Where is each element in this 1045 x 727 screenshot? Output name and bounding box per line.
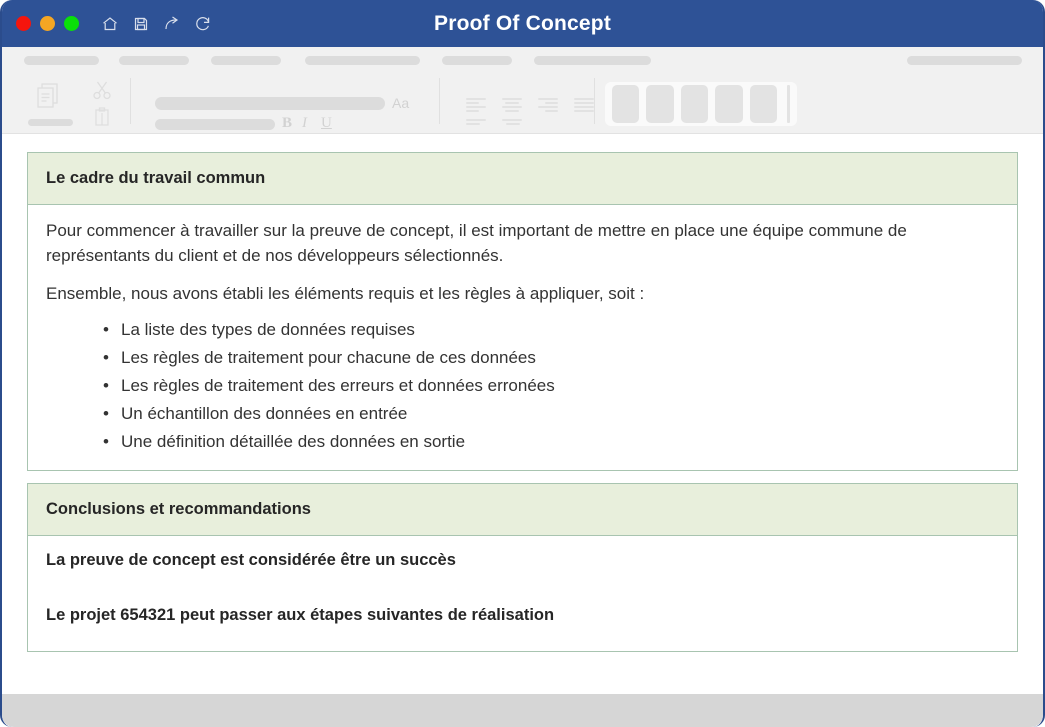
bullet-icon: • <box>103 319 109 339</box>
close-window-button[interactable] <box>16 16 31 31</box>
bullet-icon: • <box>103 431 109 451</box>
bullet-icon: • <box>103 347 109 367</box>
status-bar <box>2 694 1043 727</box>
font-style-placeholder[interactable] <box>155 119 275 130</box>
ribbon-tab-placeholder[interactable] <box>907 56 1022 65</box>
list-item: • Les règles de traitement des erreurs e… <box>46 377 999 405</box>
bullet-icon: • <box>103 375 109 395</box>
ribbon-tab-strip <box>2 47 1043 70</box>
list-item-label: Une définition détaillée des données en … <box>121 431 466 451</box>
ribbon-tab-placeholder[interactable] <box>442 56 512 65</box>
list-item: • Un échantillon des données en entrée <box>46 405 999 433</box>
paragraph-group <box>457 70 594 134</box>
style-gallery-item[interactable] <box>749 85 778 123</box>
section-header-cell: Conclusions et recommandations <box>27 483 1018 536</box>
clipboard-group <box>2 70 127 134</box>
conclusion-line: Le projet 654321 peut passer aux étapes … <box>46 606 555 625</box>
save-icon[interactable] <box>132 15 150 33</box>
maximize-window-button[interactable] <box>64 16 79 31</box>
list-item-label: Les règles de traitement pour chacune de… <box>121 347 536 367</box>
title-bar: Proof Of Concept <box>2 0 1043 47</box>
quick-access-toolbar <box>101 15 212 33</box>
align-left-icon[interactable] <box>466 98 486 114</box>
document-canvas[interactable]: Le cadre du travail commun Pour commence… <box>2 134 1043 694</box>
table-row: La preuve de concept est considérée être… <box>28 535 1018 651</box>
style-gallery-item[interactable] <box>680 85 709 123</box>
ribbon-tab-placeholder[interactable] <box>119 56 189 65</box>
bold-button[interactable]: B <box>282 115 292 132</box>
list-item-label: La liste des types de données requises <box>121 319 415 339</box>
list-item-label: Les règles de traitement des erreurs et … <box>121 375 555 395</box>
table-row: Pour commencer à travailler sur la preuv… <box>28 205 1018 471</box>
window-controls <box>16 16 79 31</box>
section-body-cell: Pour commencer à travailler sur la preuv… <box>28 205 1018 471</box>
list-item: • Une définition détaillée des données e… <box>46 433 999 452</box>
copy-icon[interactable] <box>35 82 63 112</box>
paste-icon[interactable] <box>92 106 112 128</box>
clipboard-label-placeholder <box>28 119 73 126</box>
table-row: Le cadre du travail commun <box>27 152 1018 205</box>
group-divider <box>594 78 595 124</box>
table-spacer <box>27 471 1018 483</box>
section-title: Le cadre du travail commun <box>46 169 266 187</box>
numbered-list-icon[interactable] <box>502 119 522 127</box>
italic-button[interactable]: I <box>302 115 307 132</box>
application-window: Proof Of Concept Aa B I U Le cadre du tr… <box>0 0 1045 727</box>
cut-icon[interactable] <box>92 80 112 100</box>
home-icon[interactable] <box>101 15 119 33</box>
bullet-icon: • <box>103 403 109 423</box>
section-body-cell: La preuve de concept est considérée être… <box>28 535 1018 651</box>
bullet-list-icon[interactable] <box>466 119 486 127</box>
section-header-cell: Le cadre du travail commun <box>27 152 1018 205</box>
font-size-label[interactable]: Aa <box>392 95 409 111</box>
section-title: Conclusions et recommandations <box>46 499 311 518</box>
align-right-icon[interactable] <box>538 98 558 114</box>
ribbon-tab-placeholder[interactable] <box>305 56 420 65</box>
style-gallery-item[interactable] <box>715 85 743 123</box>
list-item-label: Un échantillon des données en entrée <box>121 403 408 423</box>
section-table-conclusions: Conclusions et recommandations La preuve… <box>27 482 1018 652</box>
font-group: Aa B I U <box>137 70 427 134</box>
requirements-list: • La liste des types de données requises… <box>46 321 999 452</box>
ribbon-groups: Aa B I U <box>2 70 1043 134</box>
paragraph: Pour commencer à travailler sur la preuv… <box>46 221 907 265</box>
underline-button[interactable]: U <box>321 115 332 132</box>
group-divider <box>130 78 131 124</box>
align-center-icon[interactable] <box>502 98 522 114</box>
list-item: • La liste des types de données requises <box>46 321 999 349</box>
ribbon-tab-placeholder[interactable] <box>534 56 651 65</box>
ribbon-tab-placeholder[interactable] <box>211 56 281 65</box>
style-gallery-item[interactable] <box>646 85 674 123</box>
list-item: • Les règles de traitement pour chacune … <box>46 349 999 377</box>
ribbon-tab-placeholder[interactable] <box>24 56 99 65</box>
conclusion-line: La preuve de concept est considérée être… <box>46 550 456 569</box>
table-row: Conclusions et recommandations <box>27 483 1018 536</box>
redo-icon[interactable] <box>163 15 181 33</box>
minimize-window-button[interactable] <box>40 16 55 31</box>
font-name-placeholder[interactable] <box>155 97 385 110</box>
ribbon-toolbar: Aa B I U <box>2 47 1043 134</box>
align-justify-icon[interactable] <box>574 98 594 114</box>
section-table-framework: Le cadre du travail commun Pour commence… <box>27 152 1018 471</box>
group-divider <box>439 78 440 124</box>
styles-gallery <box>605 82 797 126</box>
refresh-icon[interactable] <box>194 15 212 33</box>
paragraph: Ensemble, nous avons établi les éléments… <box>46 284 645 304</box>
style-gallery-item[interactable] <box>612 85 640 123</box>
gallery-scroll-divider[interactable] <box>787 85 791 123</box>
